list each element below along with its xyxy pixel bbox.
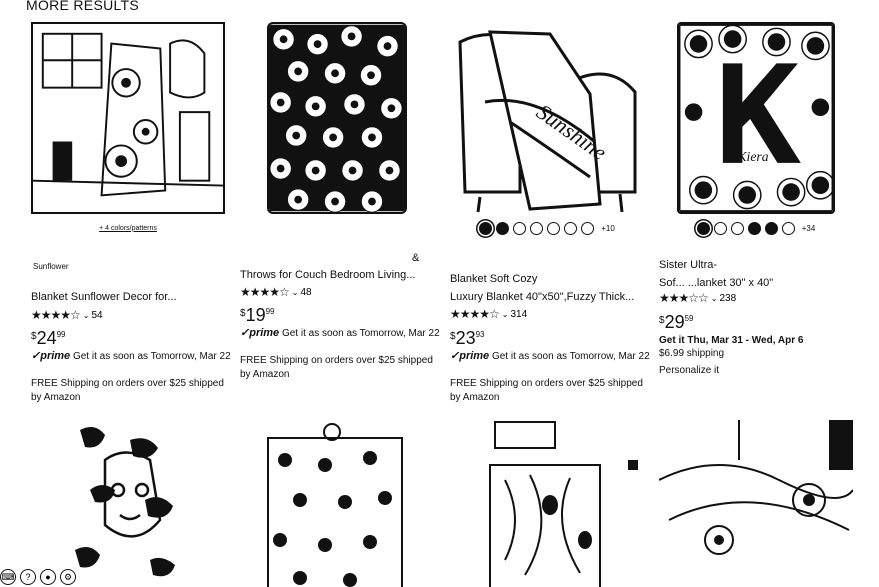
rating-count: 238 (719, 292, 737, 304)
more-swatches-link[interactable]: +34 (802, 224, 816, 233)
star-rating-icon: ★★★★☆ (240, 285, 290, 299)
product-card: + 4 colors/patterns Sunflower Blanket Su… (31, 0, 231, 410)
color-swatch[interactable] (747, 221, 761, 235)
daisy-pattern-blanket-image (269, 24, 405, 212)
tiger-avocado-blanket-image (450, 420, 644, 587)
color-swatch[interactable] (781, 221, 795, 235)
shipping-info: FREE Shipping on orders over $25 shipped… (450, 378, 643, 403)
color-swatch[interactable] (581, 221, 595, 235)
chevron-down-icon: ⌄ (82, 310, 90, 320)
star-rating-icon: ★★★★☆ (31, 308, 81, 322)
rating-row[interactable]: ★★★★☆ ⌄ 54 (31, 308, 103, 322)
star-rating-icon: ★★★☆☆ (659, 291, 709, 305)
price[interactable]: $19 99 (240, 306, 275, 324)
personalize-link[interactable]: Personalize it (659, 364, 859, 378)
sunshine-chair-blanket-image: Sunshine (450, 22, 644, 214)
color-swatch[interactable] (547, 221, 561, 235)
shipping-cost: $6.99 shipping (659, 348, 725, 359)
chevron-down-icon: ⌄ (501, 309, 509, 319)
delivery-info: ✓prime Get it as soon as Tomorrow, Mar 2… (31, 350, 231, 362)
product-image[interactable] (31, 22, 225, 214)
price[interactable]: $24 99 (31, 329, 66, 347)
sunflower-throw-held-image (240, 420, 430, 587)
price[interactable]: $23 93 (450, 329, 485, 347)
product-title-line-2[interactable]: Luxury Blanket 40"x50",Fuzzy Thick... (450, 286, 650, 308)
product-image[interactable] (450, 420, 644, 587)
color-swatch[interactable] (713, 221, 727, 235)
product-image[interactable] (267, 22, 407, 214)
microphone-icon[interactable]: ● (40, 569, 56, 585)
more-swatches-link[interactable]: +10 (601, 224, 615, 233)
prime-badge-icon: ✓prime (240, 327, 280, 339)
rating-row[interactable]: ★★★★☆ ⌄ 48 (240, 285, 312, 299)
color-swatch[interactable] (564, 221, 578, 235)
delivery-info: ✓prime Get it as soon as Tomorrow, Mar 2… (240, 327, 440, 339)
color-swatch[interactable] (479, 221, 493, 235)
chevron-down-icon: ⌄ (710, 293, 718, 303)
brand-name: & (412, 252, 420, 264)
star-rating-icon: ★★★★☆ (450, 307, 500, 321)
sunflower-bedding-image (659, 420, 853, 587)
product-image[interactable]: Kiera (677, 22, 835, 214)
color-swatch[interactable] (530, 221, 544, 235)
color-swatches: +34 (677, 220, 835, 236)
prime-badge-icon: ✓prime (450, 350, 490, 362)
colors-patterns-link[interactable]: + 4 colors/patterns (99, 225, 157, 232)
help-icon[interactable]: ? (20, 569, 36, 585)
color-swatch[interactable] (696, 221, 710, 235)
settings-icon[interactable]: ⚙ (60, 569, 76, 585)
delivery-info: ✓prime Get it as soon as Tomorrow, Mar 2… (450, 350, 650, 362)
color-swatches: +10 (450, 220, 644, 236)
chevron-down-icon: ⌄ (291, 287, 299, 297)
product-image[interactable]: Sunshine (450, 22, 644, 214)
price[interactable]: $29 59 (659, 313, 694, 331)
product-card: & Throws for Couch Bedroom Living... ★★★… (240, 0, 440, 410)
sunflower-blanket-image (33, 24, 223, 212)
rating-count: 314 (510, 308, 528, 320)
color-swatch[interactable] (496, 221, 510, 235)
rating-count: 54 (91, 309, 103, 321)
color-swatch[interactable] (764, 221, 778, 235)
personalized-k-blanket-image: Kiera (679, 24, 833, 212)
shipping-info: FREE Shipping on orders over $25 shipped… (31, 378, 224, 403)
product-title[interactable]: Blanket Sunflower Decor for... (31, 286, 231, 308)
keyboard-icon[interactable]: ⌨ (0, 569, 16, 585)
product-title[interactable]: Throws for Couch Bedroom Living... (240, 264, 440, 286)
prime-badge-icon: ✓prime (31, 350, 71, 362)
toolbar: ⌨ ? ● ⚙ (0, 569, 76, 585)
svg-text:Kiera: Kiera (736, 149, 768, 164)
rating-count: 48 (300, 286, 312, 298)
giraffe-blanket-image (70, 420, 182, 587)
color-swatch[interactable] (513, 221, 527, 235)
delivery-info: Get it Thu, Mar 31 - Wed, Apr 6 (659, 335, 804, 346)
rating-row[interactable]: ★★★☆☆ ⌄ 238 (659, 291, 736, 305)
color-swatch[interactable] (730, 221, 744, 235)
product-image[interactable] (659, 420, 853, 587)
product-image[interactable] (70, 420, 182, 587)
product-image[interactable] (240, 420, 430, 587)
shipping-info: FREE Shipping on orders over $25 shipped… (240, 355, 433, 380)
rating-row[interactable]: ★★★★☆ ⌄ 314 (450, 307, 527, 321)
brand-name: Sunflower (33, 262, 69, 271)
product-card: Sunshine +10 Blanket Soft Cozy Luxury Bl… (450, 0, 650, 410)
product-card: Kiera +34 Sister Ultra- Sof... ...lanket… (659, 0, 859, 410)
